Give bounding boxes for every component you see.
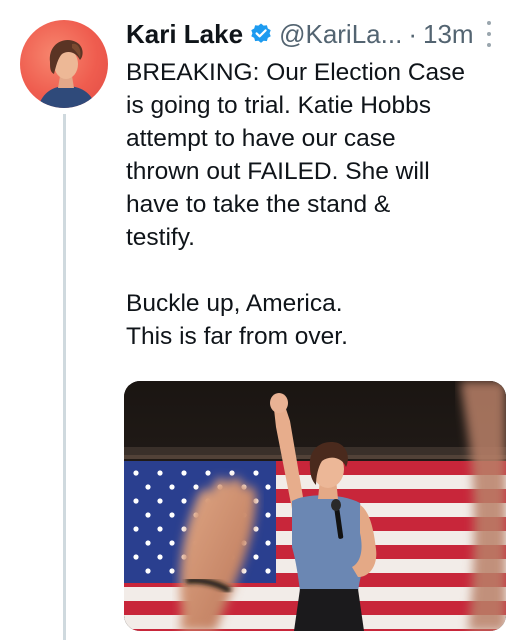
avatar[interactable] (20, 20, 108, 108)
thread-connector-line (63, 114, 66, 640)
tweet-text-line: Buckle up, America. (126, 290, 343, 317)
tweet-text-line: attempt to have our case (126, 125, 396, 152)
tweet-timestamp[interactable]: 13m (423, 14, 474, 54)
tweet-text-line: BREAKING: Our Election Case (126, 59, 466, 86)
woman-speaking-on-stage-icon (124, 381, 506, 631)
tweet-media-photo[interactable] (124, 381, 506, 631)
more-options-icon[interactable] (484, 21, 494, 47)
tweet-text-line: testify. (126, 224, 195, 251)
tweet-text-line: This is far from over. (126, 323, 348, 350)
tweet-text-line: is going to trial. Katie Hobbs (126, 92, 432, 119)
header-separator: · (408, 19, 417, 49)
tweet-text: BREAKING: Our Election Case is going to … (126, 56, 506, 353)
author-handle[interactable]: @KariLa... (279, 14, 402, 54)
tweet-text-line: have to take the stand & (126, 191, 391, 218)
avatar-photo (38, 40, 96, 108)
tweet-text-line: thrown out FAILED. She will (126, 158, 430, 185)
tweet-header: Kari Lake @KariLa... · 13m (126, 14, 506, 54)
tweet[interactable]: Kari Lake @KariLa... · 13m BREAKING: Our… (0, 0, 526, 640)
verified-badge-icon (249, 22, 273, 46)
author-display-name[interactable]: Kari Lake (126, 14, 243, 54)
